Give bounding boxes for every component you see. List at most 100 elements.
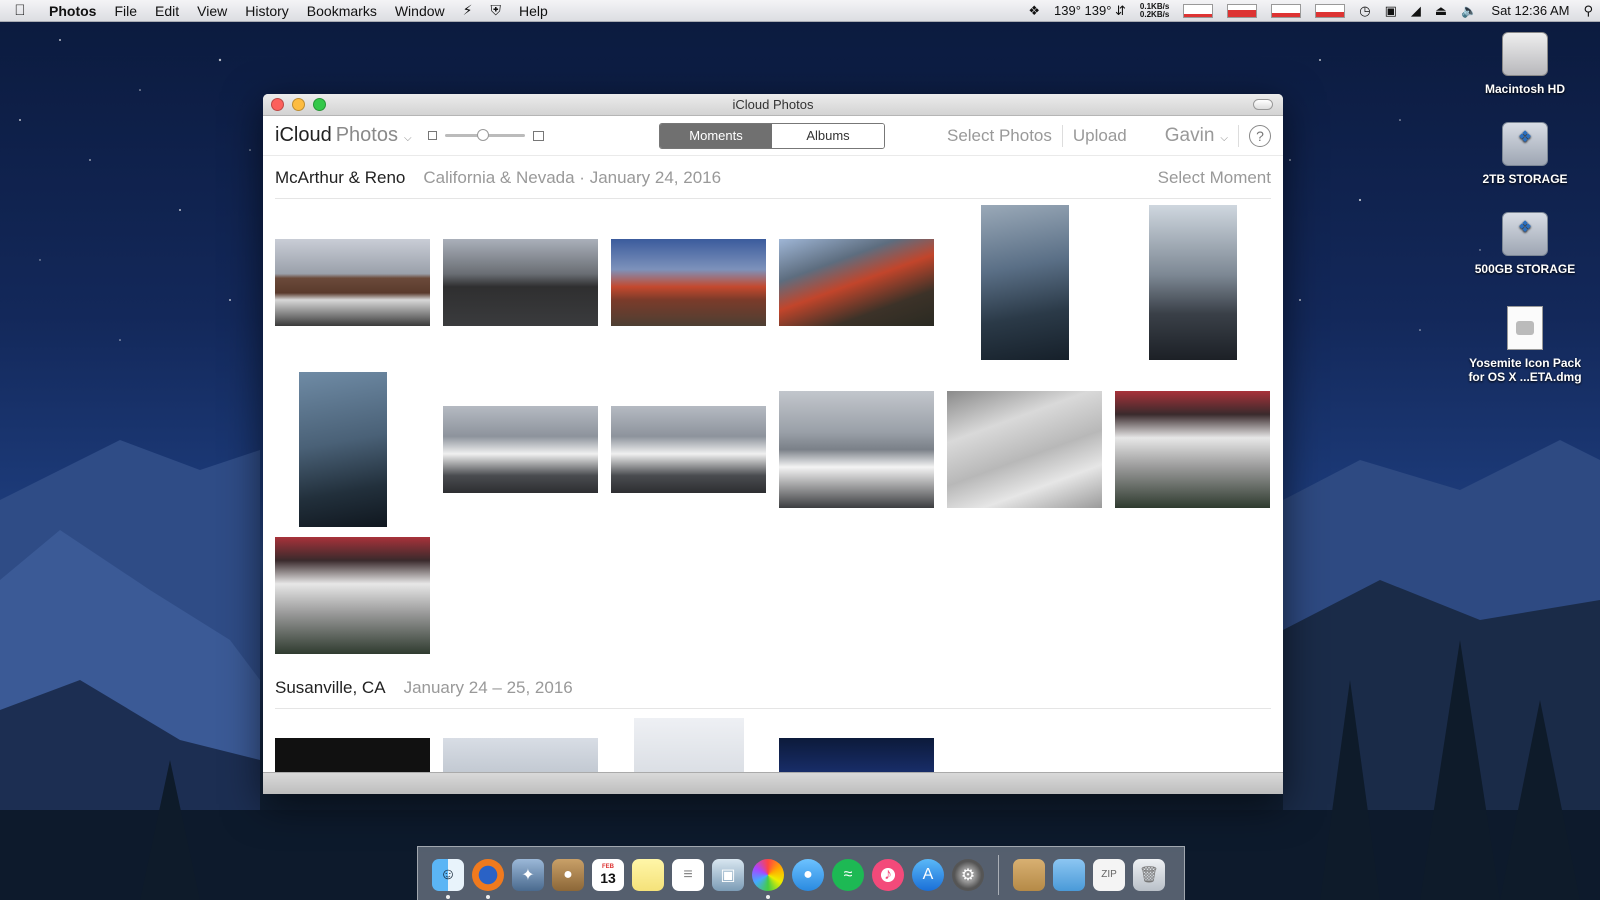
shield-menu-icon[interactable]: ⛨	[481, 2, 510, 19]
menu-edit[interactable]: Edit	[146, 3, 188, 19]
zoom-slider-knob[interactable]	[476, 129, 489, 141]
contacts-icon[interactable]: ●	[552, 858, 584, 891]
photo-thumbnail[interactable]	[443, 406, 598, 493]
menu-help[interactable]: Help	[510, 3, 557, 19]
photo-thumbnail[interactable]	[779, 239, 934, 326]
photo-thumbnail[interactable]	[1149, 205, 1237, 360]
desktop-icon-dmg[interactable]: Yosemite Icon Pack for OS X ...ETA.dmg	[1460, 306, 1590, 384]
menu-window[interactable]: Window	[386, 3, 454, 19]
display-icon[interactable]: ▣	[1378, 3, 1404, 19]
photo-thumbnail[interactable]	[611, 239, 766, 326]
lightning-menu-icon[interactable]: ⚡	[454, 2, 482, 19]
dropbox-icon[interactable]: ❖	[1021, 3, 1047, 19]
spotlight-search-icon[interactable]: ⚲	[1576, 3, 1600, 19]
upload-button[interactable]: Upload	[1073, 126, 1127, 146]
toolbar-divider	[1137, 125, 1155, 147]
dock-separator	[998, 854, 999, 895]
menu-view[interactable]: View	[188, 3, 236, 19]
photo-thumbnail[interactable]	[779, 738, 934, 772]
calendar-icon[interactable]: FEB 13	[592, 858, 624, 891]
help-button[interactable]: ?	[1249, 124, 1271, 147]
trash-icon[interactable]: 🗑	[1133, 858, 1165, 891]
toolbar-toggle-button[interactable]	[1253, 99, 1273, 110]
moments-scroll-area[interactable]: McArthur & Reno California & Nevada · Ja…	[263, 156, 1283, 772]
large-thumbnail-icon	[532, 130, 544, 141]
apple-menu-icon[interactable]: 	[0, 2, 40, 19]
memory-graph[interactable]	[1308, 3, 1352, 18]
network-drive-icon: ❖	[1502, 212, 1548, 256]
photo-thumbnail[interactable]	[275, 537, 430, 654]
temperature-readout[interactable]: 139° 139° ⇵	[1047, 3, 1133, 19]
photo-thumbnail[interactable]	[611, 406, 766, 493]
chevron-down-icon: ⌵	[1220, 132, 1228, 144]
photo-thumbnail[interactable]	[634, 718, 744, 772]
system-preferences-icon[interactable]: ⚙	[952, 858, 984, 891]
spotify-icon[interactable]: ≈	[832, 858, 864, 891]
updown-icon: ⇵	[1115, 2, 1126, 18]
hard-drive-icon	[1502, 32, 1548, 76]
minimize-button[interactable]	[292, 98, 305, 111]
photo-thumbnail[interactable]	[1115, 391, 1270, 508]
select-photos-button[interactable]: Select Photos	[947, 126, 1052, 146]
photos-icon[interactable]	[752, 858, 784, 899]
user-menu[interactable]: Gavin ⌵	[1165, 125, 1228, 147]
time-machine-icon[interactable]: ◷	[1352, 3, 1377, 19]
zoom-button[interactable]	[313, 98, 326, 111]
messages-icon[interactable]: ●	[792, 858, 824, 891]
moment-subtitle: January 24 – 25, 2016	[403, 678, 573, 697]
activity-graph[interactable]	[1264, 3, 1308, 18]
preview-icon[interactable]: ✦	[512, 858, 544, 891]
title-bar[interactable]: iCloud Photos	[263, 94, 1283, 116]
photos-toolbar: iCloud Photos ⌵ Moments Albums Select Phot…	[263, 116, 1283, 156]
menu-bookmarks[interactable]: Bookmarks	[298, 3, 386, 19]
desktop-icon-label: 2TB STORAGE	[1482, 172, 1568, 186]
volume-icon[interactable]: 🔈	[1454, 3, 1484, 19]
eject-icon[interactable]: ⏏	[1428, 3, 1454, 19]
clock-text[interactable]: Sat 12:36 AM	[1484, 3, 1576, 18]
network-readout[interactable]: 0.1KB/s 0.2KB/s	[1133, 2, 1176, 19]
photo-thumbnail[interactable]	[947, 391, 1102, 508]
photo-thumbnail[interactable]	[443, 738, 598, 772]
moment-header: McArthur & Reno California & Nevada · Ja…	[263, 156, 1283, 198]
documents-folder-icon[interactable]	[1013, 858, 1045, 891]
temperature-text: 139° 139°	[1054, 3, 1112, 18]
reminders-icon[interactable]: ≡	[672, 858, 704, 891]
net-down-text: 0.2KB/s	[1139, 9, 1170, 19]
photo-thumbnail[interactable]	[981, 205, 1069, 360]
itunes-icon[interactable]: ♪	[872, 858, 904, 891]
menu-bar:  Photos File Edit View History Bookmark…	[0, 0, 1600, 22]
moment-place: Susanville, CA	[275, 678, 386, 697]
folder-icon[interactable]	[1053, 858, 1085, 891]
cpu-graph[interactable]	[1220, 3, 1264, 18]
menu-app-photos[interactable]: Photos	[40, 3, 105, 19]
zoom-slider[interactable]	[444, 129, 525, 141]
menu-history[interactable]: History	[236, 3, 298, 19]
photo-thumbnail[interactable]	[275, 239, 430, 326]
app-store-icon[interactable]: A	[912, 858, 944, 891]
disk-image-icon	[1507, 306, 1543, 350]
close-button[interactable]	[271, 98, 284, 111]
finder-icon[interactable]: ☺	[432, 858, 464, 899]
dock: ☺ ✦ ● FEB 13 ≡ ▣ ● ≈ ♪ A ⚙ ZIP 🗑	[417, 846, 1185, 900]
photo-booth-icon[interactable]: ▣	[712, 858, 744, 891]
photo-thumbnail[interactable]	[299, 372, 387, 527]
photo-thumbnail[interactable]	[779, 391, 934, 508]
desktop-icon-label: Macintosh HD	[1484, 82, 1565, 96]
wifi-icon[interactable]: ◢	[1404, 3, 1428, 19]
menu-file[interactable]: File	[105, 3, 146, 19]
desktop-icon-macintosh-hd[interactable]: Macintosh HD	[1460, 32, 1590, 96]
desktop-icon-500gb-storage[interactable]: ❖ 500GB STORAGE	[1460, 212, 1590, 276]
tab-moments[interactable]: Moments	[660, 124, 772, 148]
firefox-icon[interactable]	[472, 858, 504, 899]
zip-archive-icon[interactable]: ZIP	[1093, 858, 1125, 891]
network-drive-icon: ❖	[1502, 122, 1548, 166]
network-graph[interactable]	[1176, 3, 1220, 18]
tab-albums[interactable]: Albums	[772, 124, 884, 148]
brand-photos: Photos	[335, 124, 398, 146]
desktop-icon-2tb-storage[interactable]: ❖ 2TB STORAGE	[1460, 122, 1590, 186]
notes-icon[interactable]	[632, 858, 664, 891]
photo-thumbnail[interactable]	[443, 239, 598, 326]
app-switcher[interactable]: iCloud Photos ⌵	[275, 124, 412, 147]
photo-thumbnail[interactable]	[275, 738, 430, 772]
select-moment-button[interactable]: Select Moment	[1158, 168, 1271, 188]
